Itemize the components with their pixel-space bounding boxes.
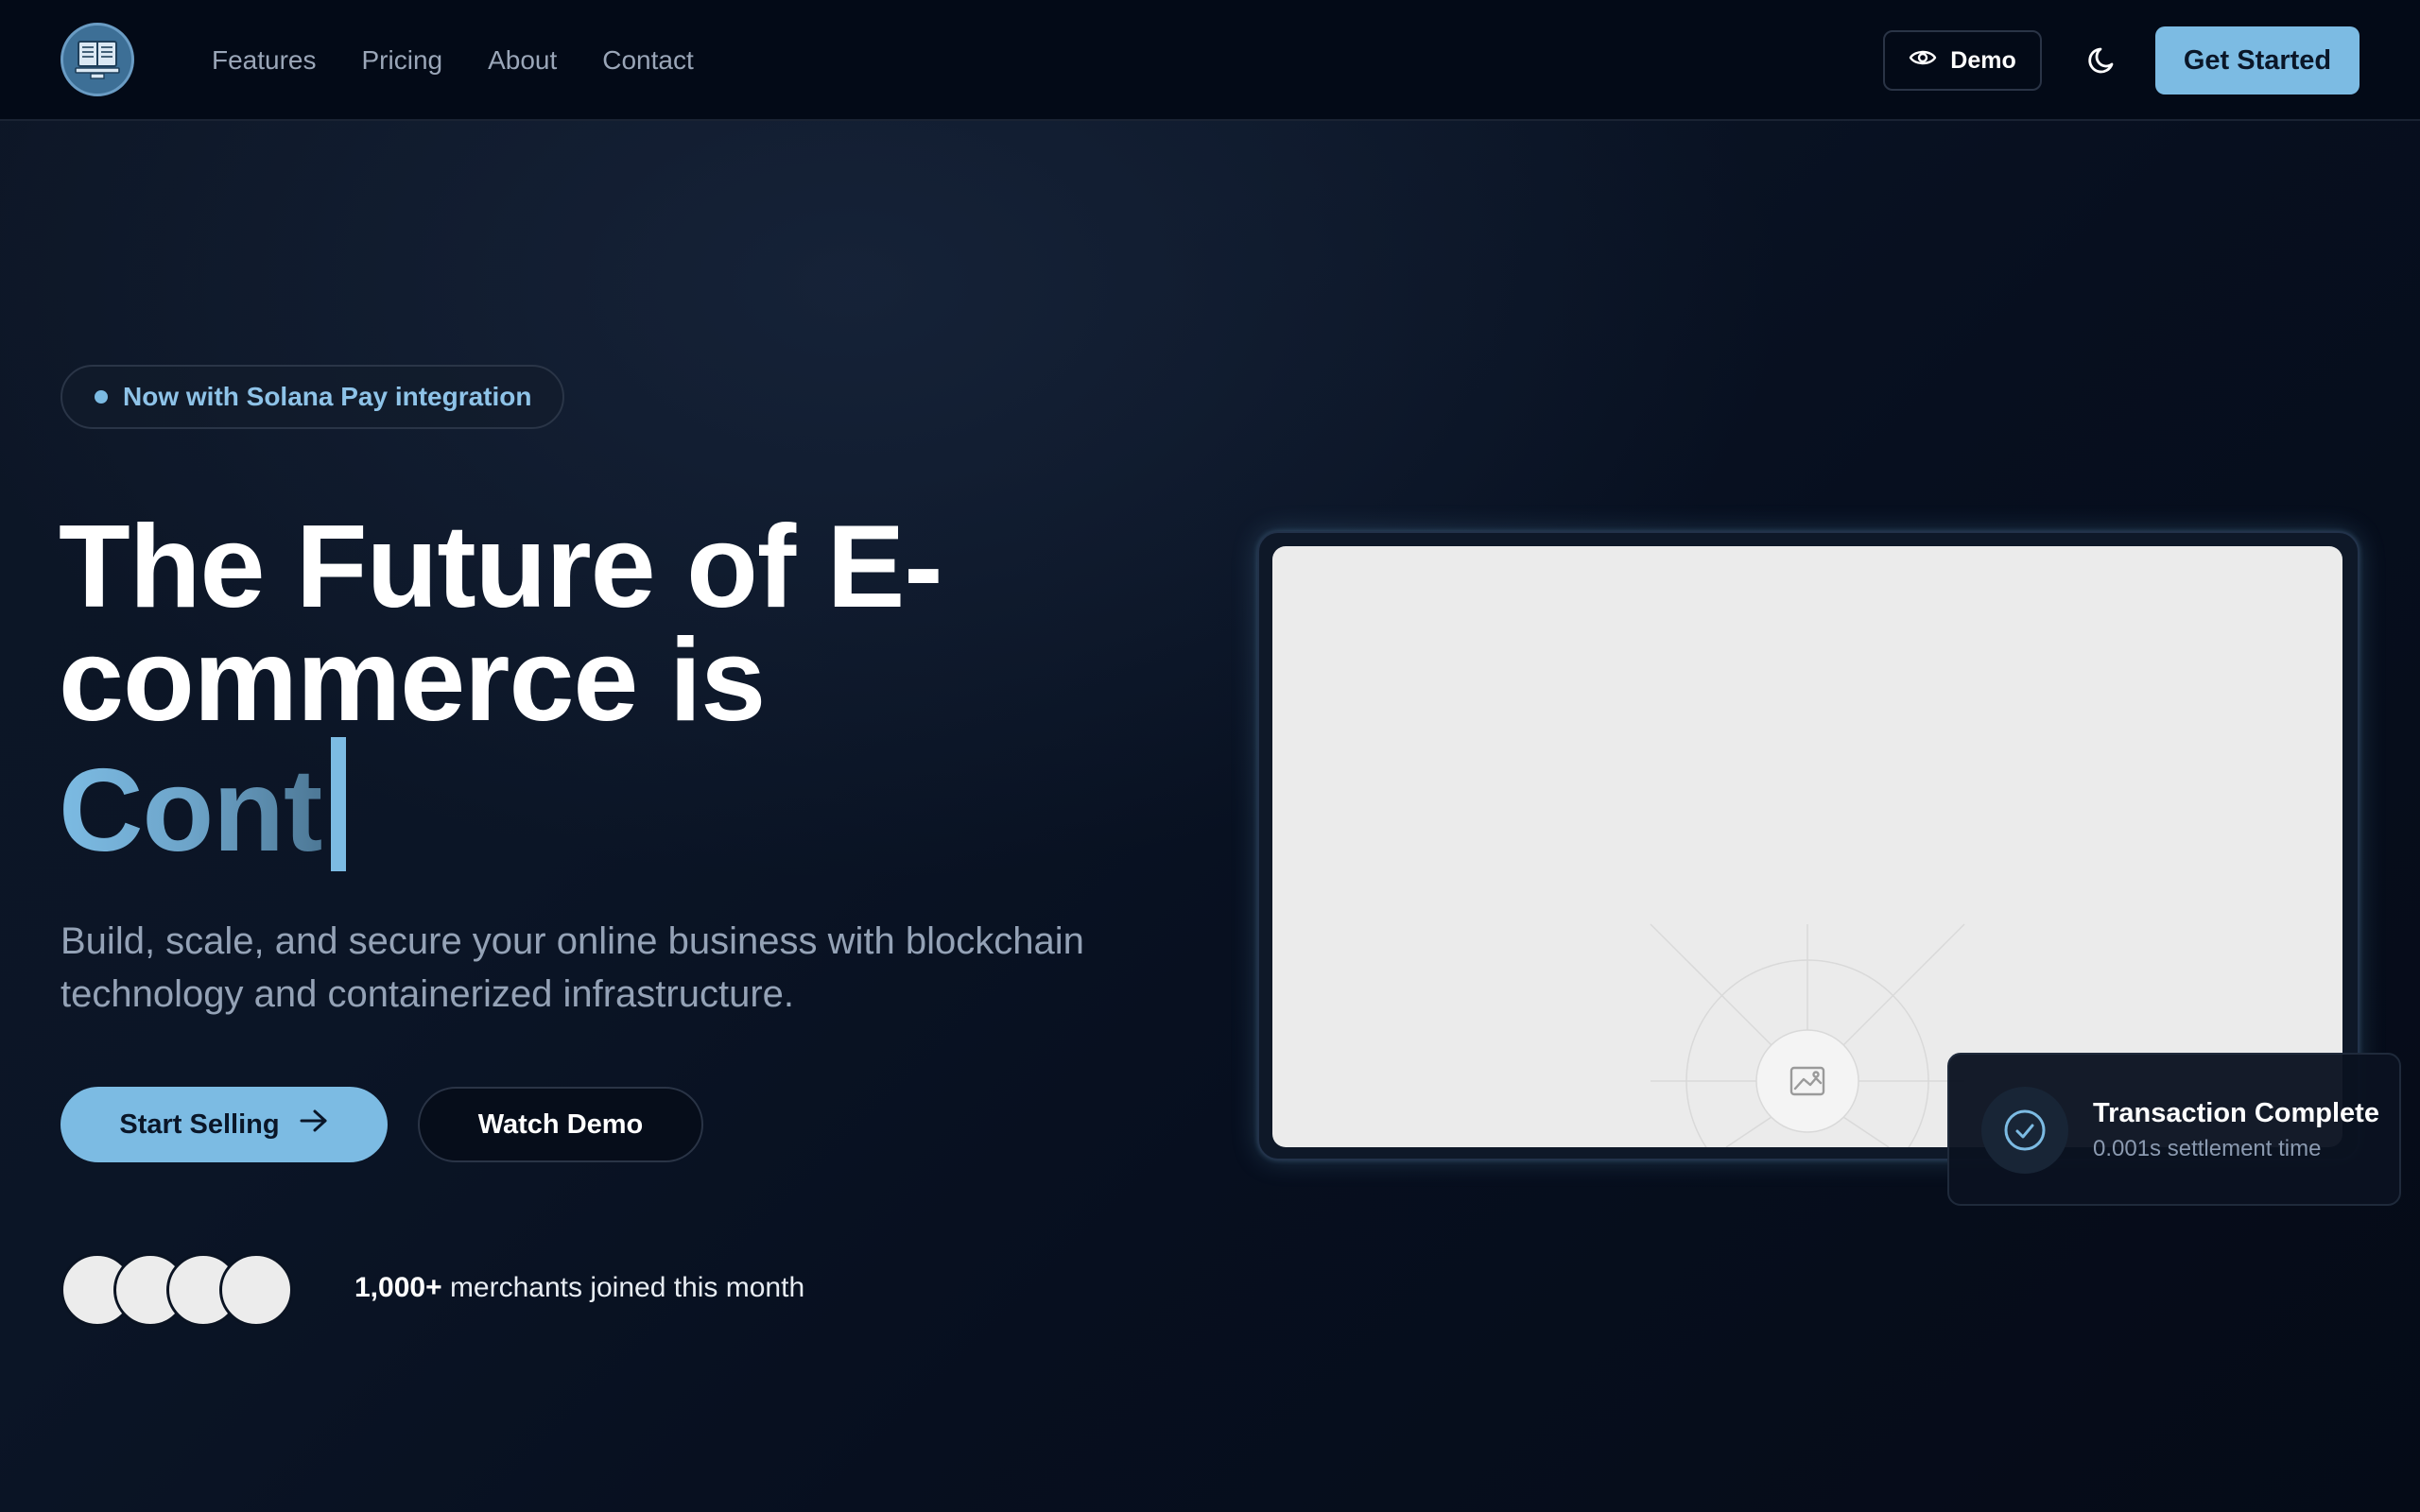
social-proof-text: 1,000+ merchants joined this month xyxy=(354,1272,804,1304)
headline-line-2: commerce is xyxy=(59,615,766,746)
top-navbar: Features Pricing About Contact Demo Get … xyxy=(0,0,2420,121)
nav-link-pricing[interactable]: Pricing xyxy=(362,45,443,76)
watch-demo-button[interactable]: Watch Demo xyxy=(418,1087,703,1162)
demo-button[interactable]: Demo xyxy=(1883,30,2042,91)
avatar xyxy=(219,1253,293,1327)
moon-icon[interactable] xyxy=(2080,38,2125,83)
book-laptop-logo-icon[interactable] xyxy=(60,23,134,96)
nav-link-features[interactable]: Features xyxy=(212,45,317,76)
merchant-avatars xyxy=(60,1253,297,1327)
nav-links: Features Pricing About Contact xyxy=(212,0,694,121)
merchant-count: 1,000+ xyxy=(354,1272,442,1303)
nav-link-contact[interactable]: Contact xyxy=(602,45,694,76)
badge-text: Now with Solana Pay integration xyxy=(123,382,532,411)
start-selling-label: Start Selling xyxy=(119,1108,280,1140)
headline-typed-word: Cont xyxy=(59,746,322,876)
hero-headline: The Future of E- commerce is Cont xyxy=(59,502,1193,871)
badge-dot-icon xyxy=(95,390,108,404)
start-selling-button[interactable]: Start Selling xyxy=(60,1087,388,1162)
landing-page: Features Pricing About Contact Demo Get … xyxy=(0,0,2420,1512)
merchant-caption: merchants joined this month xyxy=(449,1272,805,1303)
demo-button-label: Demo xyxy=(1950,46,2016,74)
transaction-toast: Transaction Complete 0.001s settlement t… xyxy=(1947,1053,2401,1206)
toast-title: Transaction Complete xyxy=(2093,1098,2379,1128)
headline-line-1: The Future of E- xyxy=(59,502,943,632)
nav-link-about[interactable]: About xyxy=(488,45,557,76)
toast-subtitle: 0.001s settlement time xyxy=(2093,1136,2322,1161)
announcement-badge: Now with Solana Pay integration xyxy=(60,365,564,429)
arrow-right-icon xyxy=(299,1108,329,1142)
hero-subtitle: Build, scale, and secure your online bus… xyxy=(60,920,1084,1015)
headline-line-3: Cont xyxy=(59,737,1193,871)
check-circle-icon xyxy=(1981,1087,2068,1174)
get-started-button[interactable]: Get Started xyxy=(2155,26,2360,94)
typing-cursor xyxy=(331,737,347,871)
eye-icon xyxy=(1909,47,1937,75)
